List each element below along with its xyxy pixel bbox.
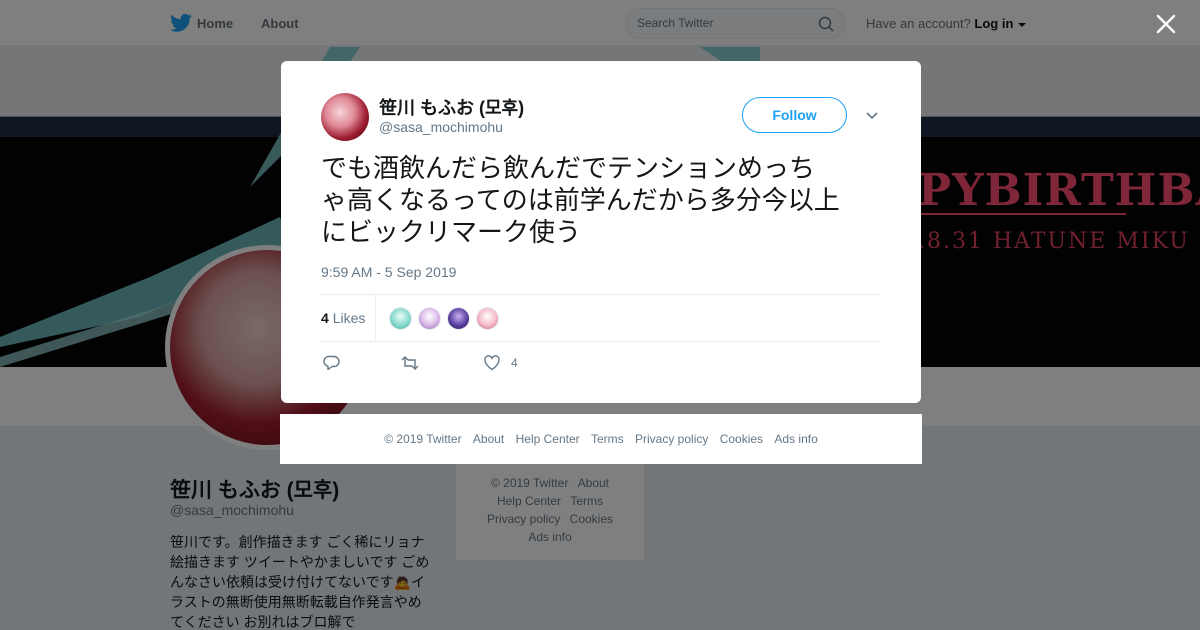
tweet-text: でも酒飲んだら飲んだでテンションめっち ゃ高くなるってのは前学んだから多分今以上…: [321, 153, 886, 249]
liker-avatar[interactable]: [476, 307, 499, 330]
tweet-author-name[interactable]: 笹川 もふお (모후): [379, 94, 524, 120]
stat-divider: [375, 295, 376, 341]
tweet-timestamp[interactable]: 9:59 AM - 5 Sep 2019: [321, 264, 456, 280]
footer-terms-link[interactable]: Terms: [591, 432, 624, 446]
reply-icon[interactable]: [323, 354, 341, 372]
footer-privacy-link[interactable]: Privacy policy: [635, 432, 708, 446]
like-action-count: 4: [511, 356, 518, 370]
likes-label: Likes: [332, 310, 366, 326]
likes-stat[interactable]: 4 Likes: [321, 310, 365, 326]
follow-button[interactable]: Follow: [742, 97, 847, 133]
liker-avatar[interactable]: [447, 307, 470, 330]
liker-avatar[interactable]: [389, 307, 412, 330]
footer-copyright: © 2019 Twitter: [384, 432, 462, 446]
tweet-author-handle[interactable]: @sasa_mochimohu: [379, 119, 503, 135]
footer-ads-info-link[interactable]: Ads info: [774, 432, 817, 446]
modal-footer: © 2019 Twitter About Help Center Terms P…: [280, 414, 922, 464]
tweet-text-line: にビックリマーク使う: [321, 218, 582, 248]
tweet-text-line: でも酒飲んだら飲んだでテンションめっち: [321, 154, 816, 184]
likes-count: 4: [321, 310, 329, 326]
liker-avatar[interactable]: [418, 307, 441, 330]
retweet-icon[interactable]: [401, 354, 419, 372]
close-icon[interactable]: [1154, 12, 1178, 36]
tweet-actions: 4: [321, 351, 881, 375]
tweet-stats: 4 Likes: [321, 294, 881, 342]
tweet-permalink-modal: 笹川 もふお (모후) @sasa_mochimohu Follow でも酒飲ん…: [281, 61, 921, 403]
footer-about-link[interactable]: About: [473, 432, 504, 446]
chevron-down-icon[interactable]: [864, 108, 880, 124]
footer-cookies-link[interactable]: Cookies: [720, 432, 763, 446]
footer-help-center-link[interactable]: Help Center: [516, 432, 580, 446]
tweet-text-line: ゃ高くなるってのは前学んだから多分今以上: [321, 186, 840, 216]
tweet-author-avatar[interactable]: [321, 93, 369, 141]
heart-icon[interactable]: [483, 354, 501, 372]
